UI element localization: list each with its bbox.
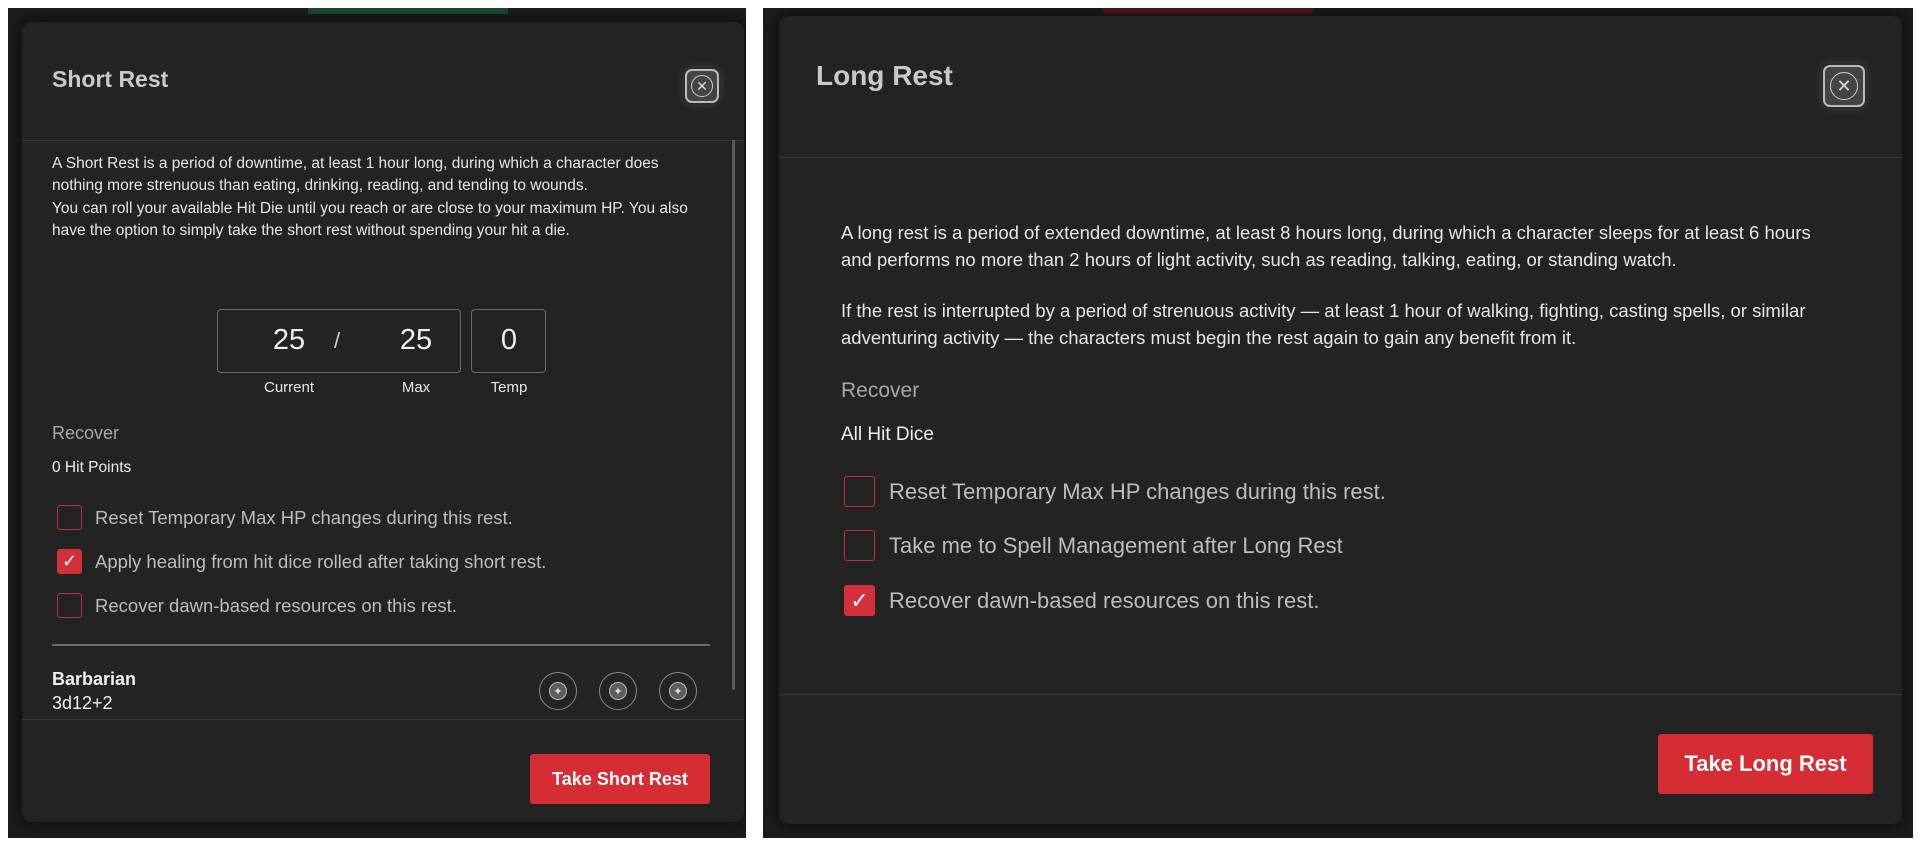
hp-temp-value: 0 (500, 324, 518, 356)
scrollbar[interactable] (732, 140, 735, 690)
close-icon: ✕ (1830, 72, 1858, 100)
checkbox-label: Apply healing from hit dice rolled after… (95, 550, 547, 572)
recover-heading: Recover (52, 423, 120, 443)
recover-value: All Hit Dice (841, 424, 934, 445)
close-button[interactable]: ✕ (685, 69, 719, 103)
checkbox-label: Reset Temporary Max HP changes during th… (889, 478, 1386, 504)
dialog-header: Long Rest ✕ (779, 16, 1902, 158)
recover-value: 0 Hit Points (52, 459, 132, 476)
d12-icon[interactable]: ✦ (659, 672, 697, 710)
class-name: Barbarian (52, 669, 137, 689)
short-rest-dialog: Short Rest ✕ A Short Rest is a period of… (22, 22, 744, 822)
reset-temp-max-hp-checkbox[interactable]: Reset Temporary Max HP changes during th… (57, 505, 513, 530)
hp-temp-label: Temp (490, 379, 528, 396)
checkbox-label: Reset Temporary Max HP changes during th… (95, 506, 513, 528)
take-short-rest-button[interactable]: Take Short Rest (530, 754, 710, 804)
long-rest-description: A long rest is a period of extended down… (841, 222, 1811, 270)
checkmark-icon[interactable]: ✓ (844, 585, 875, 616)
checkbox-box[interactable] (57, 505, 82, 530)
backdrop-health-bar (1103, 8, 1313, 14)
dialog-title: Long Rest (816, 60, 953, 91)
hit-die-note: You can roll your available Hit Die unti… (52, 200, 688, 239)
d12-icon[interactable]: ✦ (539, 672, 577, 710)
short-rest-screenshot: Short Rest ✕ A Short Rest is a period of… (8, 8, 746, 838)
hp-current-label: Current (263, 379, 315, 396)
hp-current-value: 25 (272, 324, 306, 356)
dialog-title: Short Rest (52, 66, 169, 92)
recover-dawn-resources-checkbox[interactable]: ✓ Recover dawn-based resources on this r… (844, 585, 1319, 616)
close-button[interactable]: ✕ (1823, 65, 1865, 107)
close-icon: ✕ (691, 75, 713, 97)
take-long-rest-button[interactable]: Take Long Rest (1658, 734, 1873, 794)
hp-separator: / (334, 328, 341, 353)
hp-max-value: 25 (399, 324, 433, 356)
long-rest-screenshot: Long Rest ✕ A long rest is a period of e… (763, 8, 1913, 838)
recover-heading: Recover (841, 379, 920, 402)
hp-max-label: Max (401, 379, 431, 396)
apply-hit-dice-healing-checkbox[interactable]: ✓ Apply healing from hit dice rolled aft… (57, 549, 546, 574)
checkbox-box[interactable] (57, 593, 82, 618)
interruption-note: If the rest is interrupted by a period o… (841, 300, 1806, 348)
spell-management-checkbox[interactable]: Take me to Spell Management after Long R… (844, 530, 1343, 561)
footer-divider (22, 719, 744, 720)
class-hit-dice: 3d12+2 (52, 693, 113, 713)
d12-icon[interactable]: ✦ (599, 672, 637, 710)
checkbox-label: Take me to Spell Management after Long R… (889, 532, 1343, 558)
short-rest-description: A Short Rest is a period of downtime, at… (52, 155, 659, 194)
divider (52, 644, 710, 646)
checkbox-label: Recover dawn-based resources on this res… (889, 587, 1320, 613)
checkbox-label: Recover dawn-based resources on this res… (95, 594, 457, 616)
dialog-header: Short Rest ✕ (22, 22, 744, 141)
checkbox-box[interactable] (844, 476, 875, 507)
checkmark-icon[interactable]: ✓ (57, 549, 82, 574)
recover-dawn-resources-checkbox[interactable]: Recover dawn-based resources on this res… (57, 593, 457, 618)
footer-divider (779, 694, 1902, 695)
long-rest-dialog: Long Rest ✕ A long rest is a period of e… (779, 16, 1902, 824)
reset-temp-max-hp-checkbox[interactable]: Reset Temporary Max HP changes during th… (844, 476, 1386, 507)
backdrop-health-bar (308, 8, 508, 14)
checkbox-box[interactable] (844, 530, 875, 561)
